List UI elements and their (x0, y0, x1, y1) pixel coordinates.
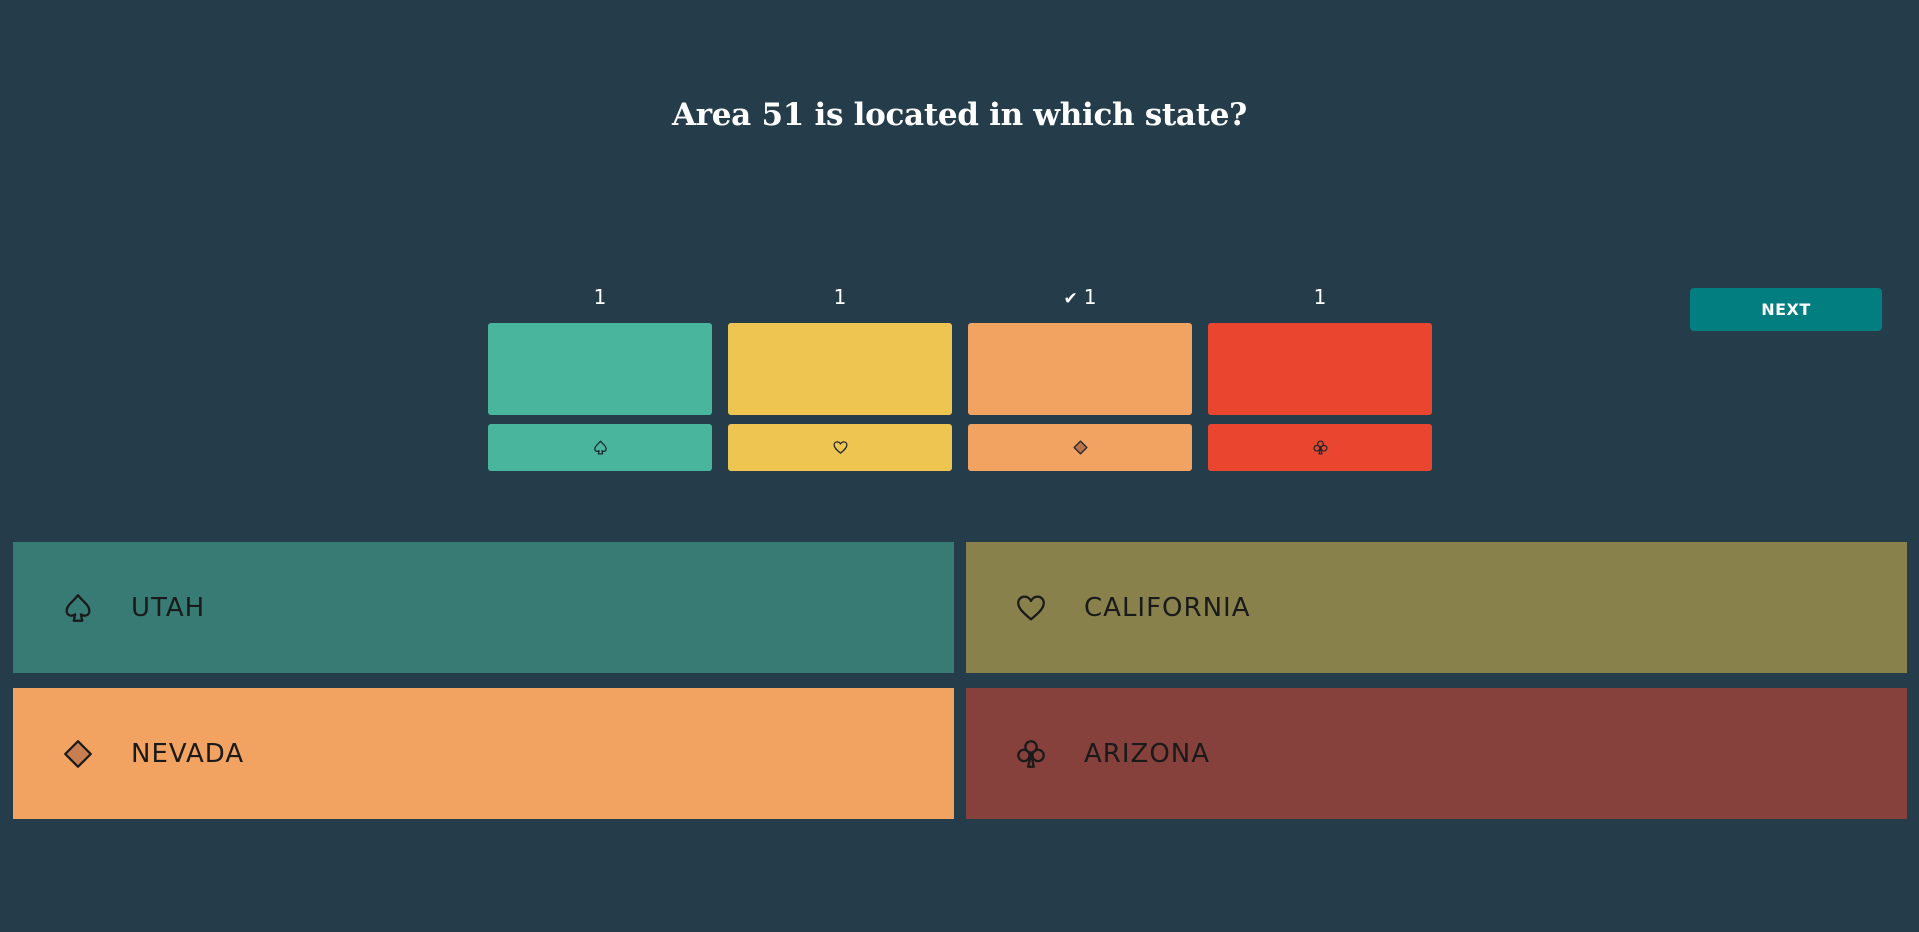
count-diamond: ✔ 1 (968, 282, 1192, 314)
diamond-icon (64, 739, 92, 768)
answer-label: ARIZONA (1084, 738, 1211, 769)
diamond-icon (1072, 440, 1088, 455)
bar-label-heart (728, 424, 952, 471)
count-club-value: 1 (1313, 285, 1327, 309)
count-heart: 1 (728, 282, 952, 312)
answer-nevada[interactable]: NEVADA (13, 688, 954, 819)
heart-icon (832, 441, 848, 454)
club-icon (1017, 739, 1045, 768)
answer-label: CALIFORNIA (1084, 592, 1251, 623)
answer-arizona[interactable]: ARIZONA (966, 688, 1907, 819)
check-icon: ✔ (1063, 289, 1078, 309)
bar-label-diamond (968, 424, 1192, 471)
bar-club (1208, 323, 1432, 415)
results-chart: 1 1 ✔ 1 1 (0, 0, 1919, 480)
count-club: 1 (1208, 282, 1432, 312)
question-title: Area 51 is located in which state? (671, 97, 1248, 133)
club-icon (1312, 440, 1328, 455)
bar-spade (488, 323, 712, 415)
spade-icon (593, 440, 607, 455)
bar-label-club (1208, 424, 1432, 471)
count-diamond-value: 1 (1083, 285, 1097, 309)
answer-california[interactable]: CALIFORNIA (966, 542, 1907, 673)
answer-label: UTAH (131, 592, 206, 623)
answer-label: NEVADA (131, 738, 245, 769)
bar-diamond (968, 323, 1192, 415)
heart-icon (1017, 595, 1045, 620)
count-spade-value: 1 (593, 285, 607, 309)
count-spade: 1 (488, 282, 712, 312)
next-button[interactable]: NEXT (1690, 288, 1882, 331)
count-heart-value: 1 (833, 285, 847, 309)
spade-icon (65, 593, 91, 622)
answer-utah[interactable]: UTAH (13, 542, 954, 673)
bar-label-spade (488, 424, 712, 471)
bar-heart (728, 323, 952, 415)
